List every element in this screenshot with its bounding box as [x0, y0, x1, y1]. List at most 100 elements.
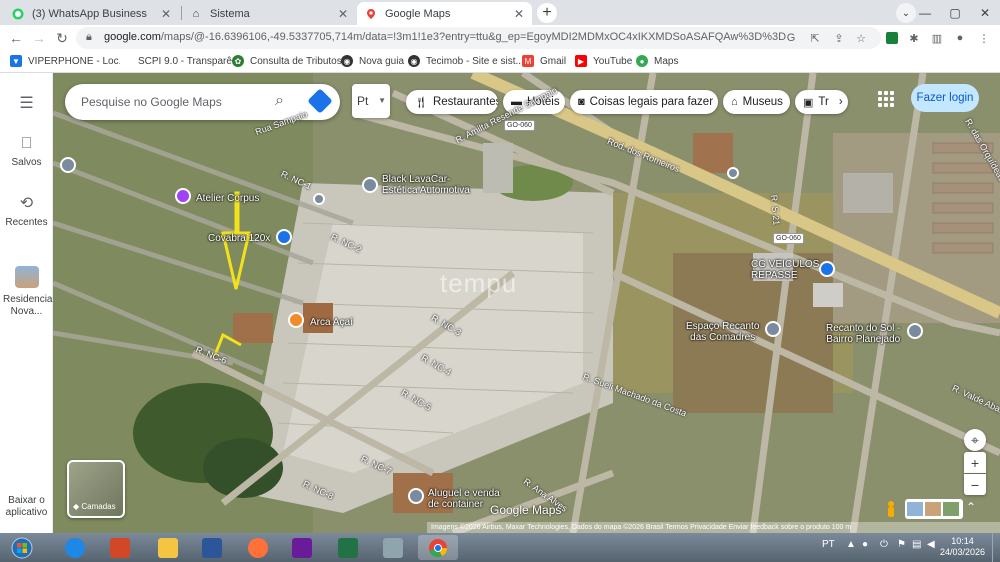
- minimize-icon[interactable]: —: [910, 0, 940, 25]
- url-text[interactable]: google.com/maps/@-16.6396106,-49.5337705…: [104, 31, 786, 43]
- install-app-icon[interactable]: ⇱: [807, 30, 823, 46]
- download-app-label: Baixar o aplicativo: [5, 495, 48, 518]
- place-pin[interactable]: [765, 321, 781, 337]
- imagery-thumb[interactable]: [907, 502, 923, 516]
- tab-google-maps[interactable]: Google Maps ✕: [357, 2, 532, 25]
- close-icon[interactable]: ✕: [161, 7, 171, 21]
- my-location-icon[interactable]: ⌖: [964, 429, 986, 451]
- chip-restaurants[interactable]: 🍴︎ Restaurantes: [406, 90, 498, 114]
- menu-dots-icon[interactable]: ⋮: [976, 30, 992, 46]
- share-icon[interactable]: ⇪: [831, 30, 847, 46]
- place-label[interactable]: Black LavaCar- Estética Automotiva: [382, 174, 470, 196]
- bookmark-viperphone[interactable]: ▼ VIPERPHONE - Loc...: [10, 55, 127, 67]
- pegman-icon[interactable]: [884, 500, 898, 518]
- volume-icon[interactable]: ◀: [927, 539, 935, 550]
- bookmark-tecimob[interactable]: ◉ Tecimob - Site e sist...: [408, 55, 524, 67]
- saved-button[interactable]: ⎕ Salvos: [0, 135, 53, 168]
- place-pin[interactable]: [362, 177, 378, 193]
- back-icon[interactable]: ←: [7, 29, 25, 47]
- recent-place-button[interactable]: Residencial Nova...: [0, 266, 55, 318]
- file-explorer-icon[interactable]: [148, 535, 188, 560]
- language-indicator[interactable]: PT: [822, 539, 835, 550]
- directions-icon[interactable]: [307, 88, 333, 114]
- tab-sistema[interactable]: ⌂ Sistema ✕: [182, 2, 356, 25]
- flag-icon[interactable]: ⚑: [897, 539, 906, 550]
- bookmark-scpi[interactable]: SCPI 9.0 - Transparê...: [120, 55, 240, 67]
- bookmark-maps[interactable]: ● Maps: [636, 55, 678, 67]
- place-label[interactable]: Recanto do Sol - Bairro Planejado: [826, 323, 901, 345]
- bookmark-nova-guia[interactable]: ◉ Nova guia: [341, 55, 404, 67]
- tray-app-icon[interactable]: ●: [862, 539, 868, 550]
- place-label[interactable]: Espaço Recanto das Comadres: [686, 321, 759, 343]
- network-icon[interactable]: ▤: [912, 539, 921, 550]
- close-icon[interactable]: ✕: [338, 7, 348, 21]
- chevron-up-icon[interactable]: ⌃: [966, 500, 980, 514]
- place-pin[interactable]: [408, 488, 424, 504]
- excel-icon[interactable]: [328, 535, 368, 560]
- imagery-thumbnails[interactable]: [905, 499, 963, 519]
- show-desktop-button[interactable]: [992, 533, 1000, 562]
- reload-icon[interactable]: ↻: [53, 29, 71, 47]
- place-pin[interactable]: [727, 167, 739, 179]
- tray-chevron-icon[interactable]: ▲: [846, 539, 856, 550]
- place-pin[interactable]: [819, 261, 835, 277]
- bookmark-gmail[interactable]: M Gmail: [522, 55, 566, 67]
- chrome-icon[interactable]: [418, 535, 458, 560]
- internet-explorer-icon[interactable]: [55, 535, 95, 560]
- zoom-out-button[interactable]: −: [964, 474, 986, 495]
- new-tab-button[interactable]: +: [537, 3, 557, 23]
- maximize-icon[interactable]: ▢: [940, 0, 970, 25]
- sign-in-button[interactable]: Fazer login: [911, 84, 979, 112]
- google-lens-icon[interactable]: G: [783, 30, 799, 46]
- search-icon[interactable]: ⌕: [275, 92, 284, 110]
- place-pin[interactable]: [288, 312, 304, 328]
- close-icon[interactable]: ✕: [514, 7, 524, 21]
- place-pin[interactable]: [907, 323, 923, 339]
- place-label[interactable]: CG VEICULOS REPASSE: [751, 259, 819, 281]
- satellite-map[interactable]: tempu: [53, 73, 1000, 533]
- bookmark-youtube[interactable]: ▶ YouTube: [575, 55, 632, 67]
- chip-transit[interactable]: ▣ Tr ›: [795, 90, 848, 114]
- word-icon[interactable]: [192, 535, 232, 560]
- bookmark-label: VIPERPHONE - Loc...: [28, 55, 127, 67]
- chip-things-to-do[interactable]: ◙ Coisas legais para fazer: [570, 90, 718, 114]
- bookmark-consulta-tributos[interactable]: ✿ Consulta de Tributos: [232, 55, 342, 67]
- imagery-thumb[interactable]: [943, 502, 959, 516]
- zoom-in-button[interactable]: +: [964, 452, 986, 473]
- place-label[interactable]: Atelier Corpus: [196, 193, 259, 204]
- imagery-thumb[interactable]: [925, 502, 941, 516]
- calculator-icon[interactable]: [373, 535, 413, 560]
- extensions-puzzle-icon[interactable]: ✱: [906, 30, 922, 46]
- start-button[interactable]: [2, 535, 42, 560]
- place-pin[interactable]: [60, 157, 76, 173]
- media-player-icon[interactable]: [282, 535, 322, 560]
- recent-button[interactable]: ⟲ Recentes: [0, 193, 53, 228]
- tab-whatsapp[interactable]: (3) WhatsApp Business ✕: [4, 2, 179, 25]
- address-bar[interactable]: 🔒︎ google.com/maps/@-16.6396106,-49.5337…: [76, 27, 881, 49]
- clock[interactable]: 10:14 24/03/2026: [940, 536, 985, 558]
- bookmark-star-icon[interactable]: ☆: [853, 30, 869, 46]
- extension-green-icon[interactable]: [884, 30, 900, 46]
- apps-grid-icon[interactable]: [878, 91, 894, 107]
- place-label[interactable]: Aluguel e venda de container: [428, 488, 500, 510]
- firefox-icon[interactable]: [238, 535, 278, 560]
- place-pin[interactable]: [313, 193, 325, 205]
- place-pin[interactable]: [276, 229, 292, 245]
- layers-button[interactable]: ◆ Camadas: [67, 460, 125, 518]
- place-label[interactable]: Covabra 120x: [208, 233, 270, 244]
- download-app-button[interactable]: Baixar o aplicativo: [0, 495, 53, 519]
- place-pin[interactable]: [175, 188, 191, 204]
- powerpoint-icon[interactable]: [100, 535, 140, 560]
- search-input[interactable]: Pesquise no Google Maps: [81, 95, 222, 109]
- globe-icon: ◉: [408, 55, 420, 67]
- side-panel-icon[interactable]: ▥: [929, 30, 945, 46]
- chip-museums[interactable]: ⌂ Museus: [723, 90, 790, 114]
- menu-button[interactable]: ☰: [0, 93, 53, 117]
- forward-icon[interactable]: →: [30, 29, 48, 47]
- place-label[interactable]: Arca Açaí: [310, 317, 353, 328]
- lock-icon[interactable]: 🔒︎: [86, 31, 92, 44]
- input-tools-button[interactable]: Pt ▼: [352, 84, 390, 118]
- power-icon[interactable]: ⏻: [880, 539, 888, 550]
- close-window-icon[interactable]: ✕: [970, 0, 1000, 25]
- profile-icon[interactable]: ●: [952, 30, 968, 46]
